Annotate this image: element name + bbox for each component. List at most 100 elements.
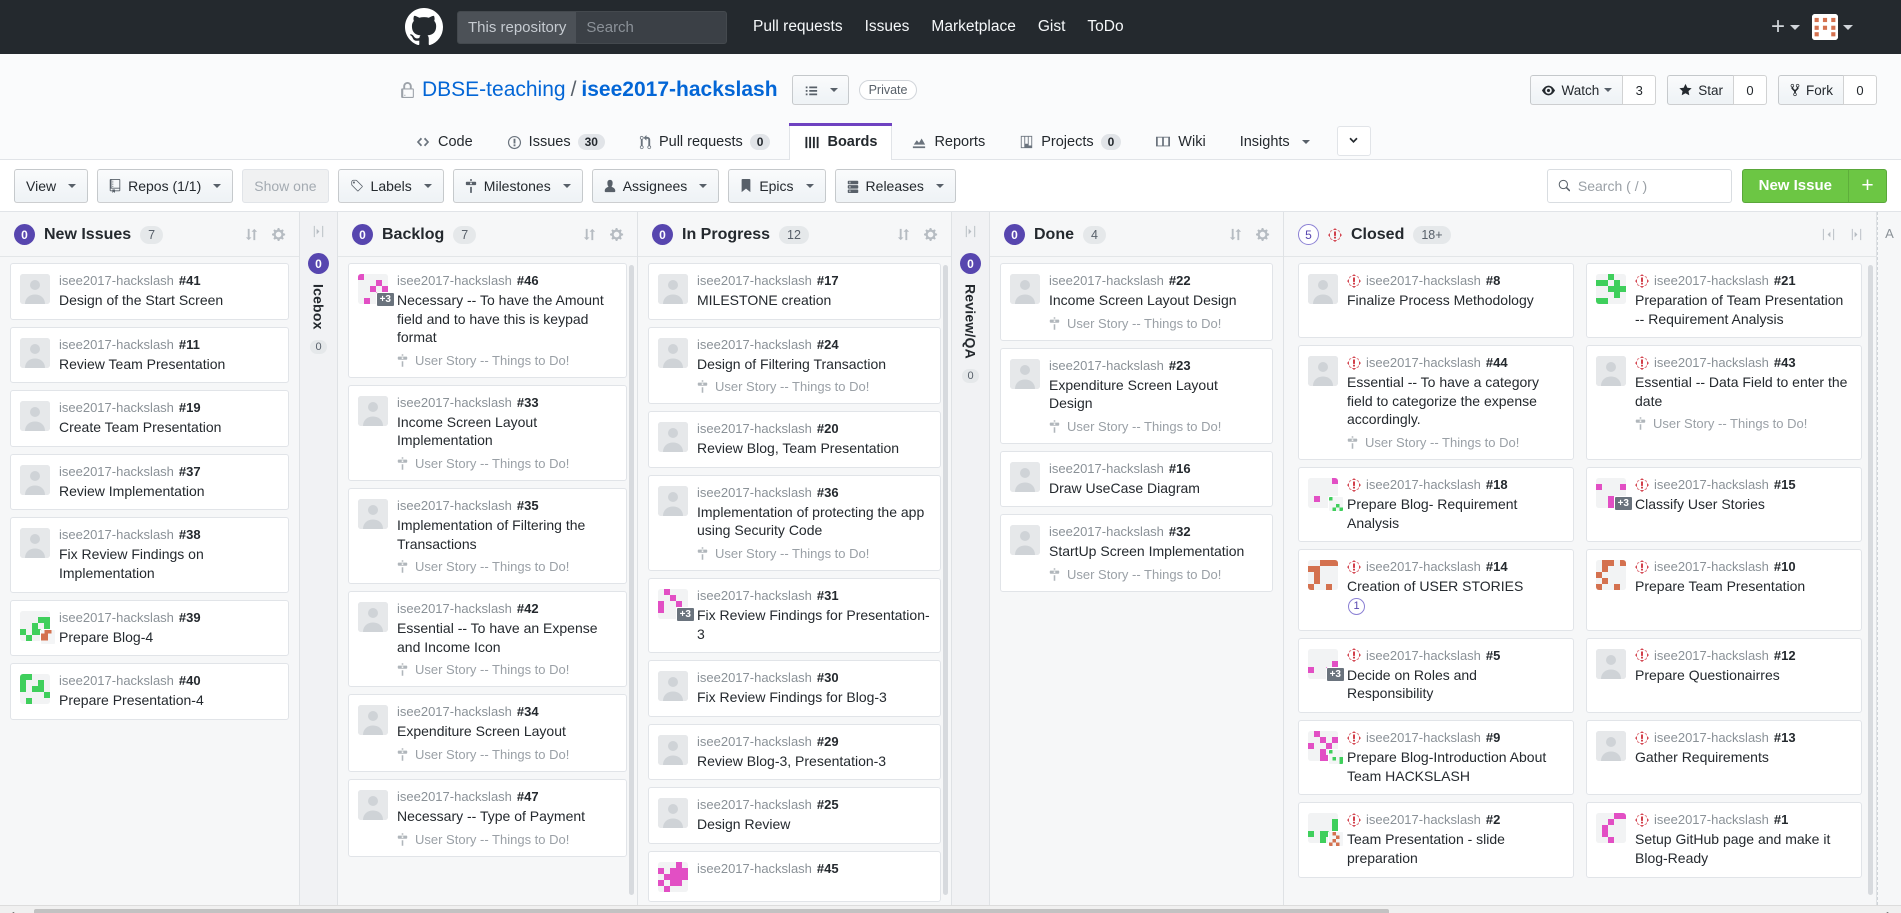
board-search[interactable] <box>1546 168 1732 203</box>
nav-todo[interactable]: ToDo <box>1087 18 1123 36</box>
search-scope-label[interactable]: This repository <box>458 11 577 43</box>
repos-filter-button[interactable]: Repos (1/1) <box>97 168 234 203</box>
issue-card[interactable]: isee2017-hackslash #2 Team Presentation … <box>1298 802 1574 878</box>
repo-list-button[interactable] <box>791 75 849 105</box>
card-epic-row[interactable]: User Story -- Things to Do! <box>1049 567 1262 582</box>
issue-card[interactable]: isee2017-hackslash #17 MILESTONE creatio… <box>648 263 941 320</box>
sort-icon[interactable] <box>896 227 911 242</box>
settings-gear-icon[interactable] <box>1256 227 1271 242</box>
issue-card[interactable]: isee2017-hackslash #10 Prepare Team Pres… <box>1586 549 1862 631</box>
pipeline-card-list[interactable]: isee2017-hackslash #8 Finalize Process M… <box>1284 257 1876 905</box>
card-epic-row[interactable]: User Story -- Things to Do! <box>397 832 616 847</box>
search-input[interactable] <box>576 11 726 43</box>
issue-card[interactable]: isee2017-hackslash #23 Expenditure Scree… <box>1000 347 1273 444</box>
issue-card[interactable]: isee2017-hackslash #42 Essential -- To h… <box>348 591 627 688</box>
card-epic-row[interactable]: User Story -- Things to Do! <box>397 353 616 368</box>
issue-card[interactable]: isee2017-hackslash #33 Income Screen Lay… <box>348 384 627 482</box>
sort-icon[interactable] <box>244 227 259 242</box>
card-epic-row[interactable]: User Story -- Things to Do! <box>1049 316 1262 331</box>
card-epic-row[interactable]: User Story -- Things to Do! <box>697 379 930 394</box>
create-new-menu[interactable]: + <box>1771 15 1800 39</box>
new-issue-button[interactable]: New Issue <box>1741 168 1849 203</box>
add-pipeline-rail[interactable]: A <box>1877 212 1901 905</box>
settings-gear-icon[interactable] <box>924 227 939 242</box>
pipeline-card-list[interactable]: isee2017-hackslash #22 Income Screen Lay… <box>990 257 1283 905</box>
issue-card[interactable]: isee2017-hackslash #38 Fix Review Findin… <box>10 517 289 593</box>
nav-marketplace[interactable]: Marketplace <box>931 18 1015 36</box>
watch-button-group[interactable]: Watch 3 <box>1530 75 1657 105</box>
releases-filter-button[interactable]: Releases <box>834 168 956 203</box>
column-scrollbar[interactable] <box>1868 265 1873 895</box>
sort-icon[interactable] <box>1228 227 1243 242</box>
labels-filter-button[interactable]: Labels <box>337 168 444 203</box>
pipeline-card-list[interactable]: +3 isee2017-hackslash #46 Necessary -- T… <box>338 257 637 905</box>
tab-insights[interactable]: Insights <box>1225 123 1325 160</box>
issue-card[interactable]: isee2017-hackslash #41 Design of the Sta… <box>10 263 289 320</box>
nav-issues[interactable]: Issues <box>865 18 910 36</box>
expand-icon[interactable] <box>963 224 978 239</box>
issue-card[interactable]: isee2017-hackslash #36 Implementation of… <box>648 474 941 572</box>
column-scrollbar[interactable] <box>629 265 634 895</box>
issue-card[interactable]: +3 isee2017-hackslash #5 Decide on Roles… <box>1298 637 1574 714</box>
sort-icon[interactable] <box>582 227 597 242</box>
issue-card[interactable]: isee2017-hackslash #22 Income Screen Lay… <box>1000 263 1273 341</box>
issue-card[interactable]: isee2017-hackslash #29 Review Blog-3, Pr… <box>648 723 941 781</box>
collapse-left-icon[interactable] <box>1821 227 1836 242</box>
settings-gear-icon[interactable] <box>272 227 287 242</box>
issue-card[interactable]: isee2017-hackslash #12 Prepare Questiona… <box>1586 637 1862 714</box>
star-count[interactable]: 0 <box>1733 75 1767 105</box>
show-one-button[interactable]: Show one <box>242 168 329 203</box>
tab-projects[interactable]: Projects 0 <box>1004 123 1136 160</box>
repo-name-link[interactable]: isee2017-hackslash <box>581 78 777 102</box>
card-epic-row[interactable]: User Story -- Things to Do! <box>697 546 930 561</box>
user-menu[interactable] <box>1812 14 1853 40</box>
card-epic-row[interactable]: User Story -- Things to Do! <box>397 456 616 471</box>
settings-gear-icon[interactable] <box>610 227 625 242</box>
issue-card[interactable]: isee2017-hackslash #9 Prepare Blog-Intro… <box>1298 720 1574 796</box>
issue-card[interactable]: isee2017-hackslash #34 Expenditure Scree… <box>348 694 627 773</box>
new-issue-plus-button[interactable]: + <box>1849 168 1887 203</box>
board-search-input[interactable] <box>1577 177 1721 194</box>
scroll-track[interactable] <box>20 906 1881 913</box>
issue-card[interactable]: isee2017-hackslash #8 Finalize Process M… <box>1298 263 1574 339</box>
epics-filter-button[interactable]: Epics <box>728 168 826 203</box>
issue-card[interactable]: isee2017-hackslash #30 Fix Review Findin… <box>648 660 941 717</box>
issue-card[interactable]: +3 isee2017-hackslash #31 Fix Review Fin… <box>648 578 941 654</box>
tab-wiki[interactable]: Wiki <box>1140 123 1220 160</box>
card-epic-row[interactable]: User Story -- Things to Do! <box>1347 435 1563 450</box>
issue-card[interactable]: isee2017-hackslash #1 Setup GitHub page … <box>1586 802 1862 878</box>
tab-code[interactable]: Code <box>400 123 488 160</box>
card-epic-row[interactable]: User Story -- Things to Do! <box>397 559 616 574</box>
issue-card[interactable]: isee2017-hackslash #44 Essential -- To h… <box>1298 345 1574 461</box>
tab-reports[interactable]: Reports <box>896 123 1000 160</box>
horizontal-scrollbar[interactable]: ◀ ▶ <box>0 905 1901 913</box>
star-button[interactable]: Star <box>1667 75 1733 105</box>
issue-card[interactable]: +3 isee2017-hackslash #15 Classify User … <box>1586 467 1862 543</box>
issue-card[interactable]: isee2017-hackslash #37 Review Implementa… <box>10 453 289 511</box>
issue-card[interactable]: isee2017-hackslash #25 Design Review <box>648 787 941 845</box>
issue-card[interactable]: isee2017-hackslash #35 Implementation of… <box>348 488 627 585</box>
card-epic-row[interactable]: User Story -- Things to Do! <box>1635 416 1851 431</box>
issue-card[interactable]: isee2017-hackslash #20 Review Blog, Team… <box>648 411 941 468</box>
issue-card[interactable]: isee2017-hackslash #40 Prepare Presentat… <box>10 663 289 720</box>
global-search[interactable]: This repository <box>457 10 727 44</box>
pipeline-card-list[interactable]: isee2017-hackslash #17 MILESTONE creatio… <box>638 257 951 905</box>
collapse-icon[interactable] <box>1849 227 1864 242</box>
repo-owner-link[interactable]: DBSE-teaching <box>422 78 566 102</box>
issue-card[interactable]: isee2017-hackslash #11 Review Team Prese… <box>10 326 289 384</box>
issue-card[interactable]: isee2017-hackslash #16 Draw UseCase Diag… <box>1000 450 1273 508</box>
issue-card[interactable]: isee2017-hackslash #13 Gather Requiremen… <box>1586 720 1862 796</box>
issue-card[interactable]: isee2017-hackslash #19 Create Team Prese… <box>10 390 289 447</box>
card-epic-row[interactable]: User Story -- Things to Do! <box>397 747 616 762</box>
tab-pull-requests[interactable]: Pull requests 0 <box>624 123 786 160</box>
tab-issues[interactable]: Issues 30 <box>492 123 620 160</box>
github-mark-icon[interactable] <box>405 8 443 46</box>
issue-card[interactable]: isee2017-hackslash #45 <box>648 851 941 903</box>
nav-pull-requests[interactable]: Pull requests <box>753 18 843 36</box>
issue-card[interactable]: +3 isee2017-hackslash #46 Necessary -- T… <box>348 263 627 378</box>
milestones-filter-button[interactable]: Milestones <box>452 168 583 203</box>
issue-card[interactable]: isee2017-hackslash #47 Necessary -- Type… <box>348 779 627 857</box>
column-scrollbar[interactable] <box>943 265 948 895</box>
expand-icon[interactable] <box>311 224 326 239</box>
view-button[interactable]: View <box>14 168 89 203</box>
